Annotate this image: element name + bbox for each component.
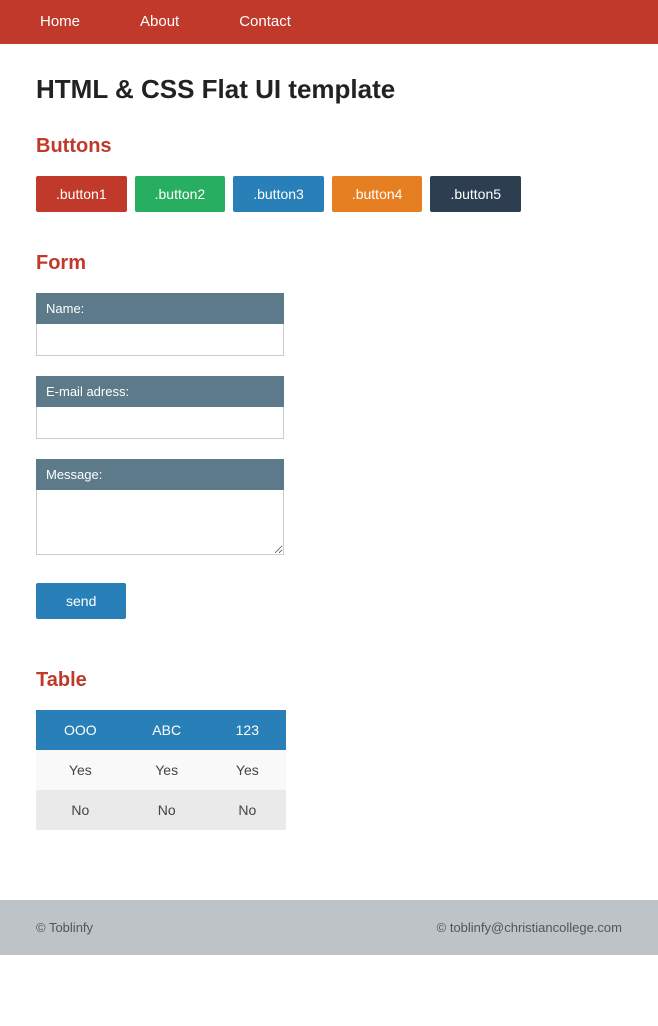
col-header-2: 123 — [209, 710, 286, 750]
message-input[interactable] — [36, 490, 284, 555]
buttons-title: Buttons — [36, 135, 622, 158]
form-title: Form — [36, 252, 622, 275]
table-title: Table — [36, 669, 622, 692]
table-header-row: OOO ABC 123 — [36, 710, 286, 750]
main-content: HTML & CSS Flat UI template Buttons .but… — [0, 44, 658, 900]
nav-contact[interactable]: Contact — [209, 0, 321, 44]
email-label: E-mail adress: — [36, 376, 284, 407]
cell-0-0: Yes — [36, 750, 125, 790]
name-label: Name: — [36, 293, 284, 324]
page-title: HTML & CSS Flat UI template — [36, 74, 622, 105]
cell-0-1: Yes — [125, 750, 209, 790]
button4[interactable]: .button4 — [332, 176, 423, 212]
buttons-row: .button1 .button2 .button3 .button4 .but… — [36, 176, 622, 212]
name-group: Name: — [36, 293, 284, 356]
footer-right[interactable]: © toblinfy@christiancollege.com — [437, 920, 622, 935]
cell-1-0: No — [36, 790, 125, 830]
email-group: E-mail adress: — [36, 376, 284, 439]
name-input[interactable] — [36, 324, 284, 356]
cell-1-2: No — [209, 790, 286, 830]
nav-home[interactable]: Home — [10, 0, 110, 44]
nav: Home About Contact — [0, 0, 658, 44]
buttons-section: Buttons .button1 .button2 .button3 .butt… — [36, 135, 622, 212]
cell-0-2: Yes — [209, 750, 286, 790]
message-group: Message: — [36, 459, 284, 558]
col-header-0: OOO — [36, 710, 125, 750]
footer-left: © Toblinfy — [36, 920, 93, 935]
nav-about[interactable]: About — [110, 0, 209, 44]
col-header-1: ABC — [125, 710, 209, 750]
cell-1-1: No — [125, 790, 209, 830]
form-section: Form Name: E-mail adress: Message: send — [36, 252, 622, 619]
table-section: Table OOO ABC 123 Yes Yes Yes No No No — [36, 669, 622, 830]
message-label: Message: — [36, 459, 284, 490]
button1[interactable]: .button1 — [36, 176, 127, 212]
table-row: Yes Yes Yes — [36, 750, 286, 790]
button3[interactable]: .button3 — [233, 176, 324, 212]
send-button[interactable]: send — [36, 583, 126, 619]
data-table: OOO ABC 123 Yes Yes Yes No No No — [36, 710, 286, 830]
email-input[interactable] — [36, 407, 284, 439]
footer: © Toblinfy © toblinfy@christiancollege.c… — [0, 900, 658, 955]
button5[interactable]: .button5 — [430, 176, 521, 212]
button2[interactable]: .button2 — [135, 176, 226, 212]
table-row: No No No — [36, 790, 286, 830]
